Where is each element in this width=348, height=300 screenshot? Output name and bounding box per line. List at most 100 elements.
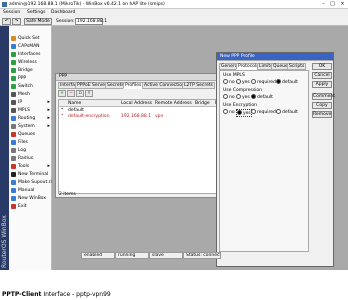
ok-button[interactable]: OK: [312, 63, 332, 70]
filter-button[interactable]: ▿: [85, 90, 93, 97]
minimize-icon[interactable]: –: [319, 1, 328, 7]
strip-label: RouterOS WinBox: [1, 215, 8, 268]
use-compression-label: Use Compression: [223, 88, 263, 93]
sidebar-item-queues[interactable]: Queues: [9, 131, 52, 138]
radio-selected-icon: [276, 79, 281, 84]
exit-icon: [11, 204, 16, 209]
menu-settings[interactable]: Settings: [27, 10, 45, 15]
sidebar-item-bridge[interactable]: Bridge: [9, 67, 52, 74]
use-encryption-yes[interactable]: yes: [236, 109, 252, 117]
new-ppp-profile-window: New PPP Profile General Protocols Limits…: [216, 52, 335, 267]
session-label: Session:: [56, 19, 75, 24]
sidebar-item-radius[interactable]: Radius: [9, 155, 52, 162]
sidebar-item-new-terminal[interactable]: New Terminal: [9, 171, 52, 178]
use-encryption-label: Use Encryption: [223, 103, 257, 108]
col-remote-address[interactable]: Remote Address: [155, 101, 192, 106]
sidebar-item-tools[interactable]: Tools ▸: [9, 163, 52, 170]
manual-icon: [11, 188, 16, 193]
sidebar-item-quick-set[interactable]: Quick Set: [9, 35, 52, 42]
sidebar-item-ppp[interactable]: PPP: [9, 75, 52, 82]
redo-button[interactable]: ↷: [12, 18, 21, 25]
status-slave: slave: [149, 252, 183, 259]
safe-mode-button[interactable]: Safe Mode: [24, 18, 52, 25]
apply-button[interactable]: Apply: [312, 81, 332, 88]
use-encryption-required[interactable]: required: [251, 109, 276, 115]
switch-icon: [11, 84, 16, 89]
queues-icon: [11, 132, 16, 137]
sidebar-item-make-supout[interactable]: Make Supout.rif: [9, 179, 53, 186]
comment-button[interactable]: Comment: [312, 93, 335, 100]
sidebar-item-ip[interactable]: IP ▸: [9, 99, 52, 106]
sidebar: Quick Set CAPsMAN Interfaces Wireless Br…: [9, 26, 53, 270]
use-mpls-default[interactable]: default: [276, 79, 298, 85]
window-title-bar: admin@192.168.88.1 (MikroTik) - WinBox v…: [0, 0, 348, 9]
window-title: admin@192.168.88.1 (MikroTik) - WinBox v…: [9, 2, 165, 7]
cancel-button[interactable]: Cancel: [312, 72, 332, 79]
add-button[interactable]: +: [58, 90, 66, 97]
files-icon: [11, 140, 16, 145]
remove-button[interactable]: Remove: [312, 111, 332, 118]
use-mpls-required[interactable]: required: [251, 79, 276, 85]
sidebar-item-manual[interactable]: Manual: [9, 187, 52, 194]
col-bridge[interactable]: Bridge: [195, 101, 210, 106]
winbox-app-icon: [2, 2, 7, 7]
log-icon: [11, 148, 16, 153]
tab-profiles[interactable]: Profiles: [123, 82, 144, 89]
use-compression-no[interactable]: no: [223, 94, 235, 100]
use-encryption-default[interactable]: default: [276, 109, 298, 115]
use-encryption-no[interactable]: no: [223, 109, 235, 115]
radio-icon: [223, 79, 228, 84]
use-mpls-no[interactable]: no: [223, 79, 235, 85]
submenu-arrow-icon: ▸: [47, 107, 50, 113]
col-local-address[interactable]: Local Address: [121, 101, 152, 106]
tab-l2tp-secrets[interactable]: L2TP Secrets: [182, 82, 215, 89]
maximize-icon[interactable]: □: [328, 1, 337, 7]
ppp-window-title: PPP: [59, 74, 68, 79]
remove-button[interactable]: −: [67, 90, 75, 97]
tab-scripts[interactable]: Scripts: [287, 63, 307, 70]
sidebar-item-log[interactable]: Log: [9, 147, 52, 154]
sidebar-item-capsman[interactable]: CAPsMAN: [9, 43, 52, 50]
radio-icon: [251, 79, 256, 84]
submenu-arrow-icon: ▸: [47, 99, 50, 105]
menu-bar: Session Settings Dashboard: [0, 9, 348, 17]
row-local-address: 192.168.88.1: [121, 114, 152, 119]
col-name[interactable]: Name: [68, 101, 81, 106]
footer-caption: PPTP-Client Interface - pptp-vpn99: [0, 270, 348, 300]
undo-button[interactable]: ↶: [2, 18, 11, 25]
sidebar-item-routing[interactable]: Routing ▸: [9, 115, 52, 122]
sidebar-item-switch[interactable]: Switch: [9, 83, 52, 90]
submenu-arrow-icon: ▸: [47, 115, 50, 121]
radio-icon: [223, 109, 228, 114]
use-compression-default[interactable]: default: [251, 94, 273, 100]
profile-window-title-bar[interactable]: New PPP Profile: [217, 53, 333, 61]
sidebar-item-wireless[interactable]: Wireless: [9, 59, 52, 66]
menu-session[interactable]: Session: [3, 10, 20, 15]
sidebar-item-files[interactable]: Files: [9, 139, 52, 146]
mpls-icon: [11, 108, 16, 113]
radius-icon: [11, 156, 16, 161]
sidebar-item-interfaces[interactable]: Interfaces: [9, 51, 52, 58]
radio-icon: [251, 109, 256, 114]
winbox-icon: [11, 196, 16, 201]
sidebar-item-system[interactable]: System ▸: [9, 123, 52, 130]
sidebar-item-mpls[interactable]: MPLS ▸: [9, 107, 52, 114]
row-name: default-encryption: [68, 114, 110, 119]
use-mpls-yes[interactable]: yes: [236, 79, 250, 85]
close-icon[interactable]: ×: [338, 1, 347, 7]
bridge-icon: [11, 68, 16, 73]
use-mpls-label: Use MPLS: [223, 73, 245, 78]
sidebar-item-mesh[interactable]: Mesh: [9, 91, 52, 98]
use-compression-yes[interactable]: yes: [236, 94, 250, 100]
capsman-icon: [11, 44, 16, 49]
terminal-icon: [11, 172, 16, 177]
session-field[interactable]: 192.168.88.1: [75, 18, 107, 25]
copy-button[interactable]: ▫: [76, 90, 84, 97]
status-connection: Status: connected: [183, 252, 221, 259]
copy-button[interactable]: Copy: [312, 102, 332, 109]
sidebar-item-exit[interactable]: Exit: [9, 203, 52, 210]
mesh-icon: [11, 92, 16, 97]
sidebar-item-new-winbox[interactable]: New WinBox: [9, 195, 52, 202]
protocols-panel: Use MPLS no yes required default Use Com…: [219, 70, 309, 252]
menu-dashboard[interactable]: Dashboard: [51, 10, 75, 15]
